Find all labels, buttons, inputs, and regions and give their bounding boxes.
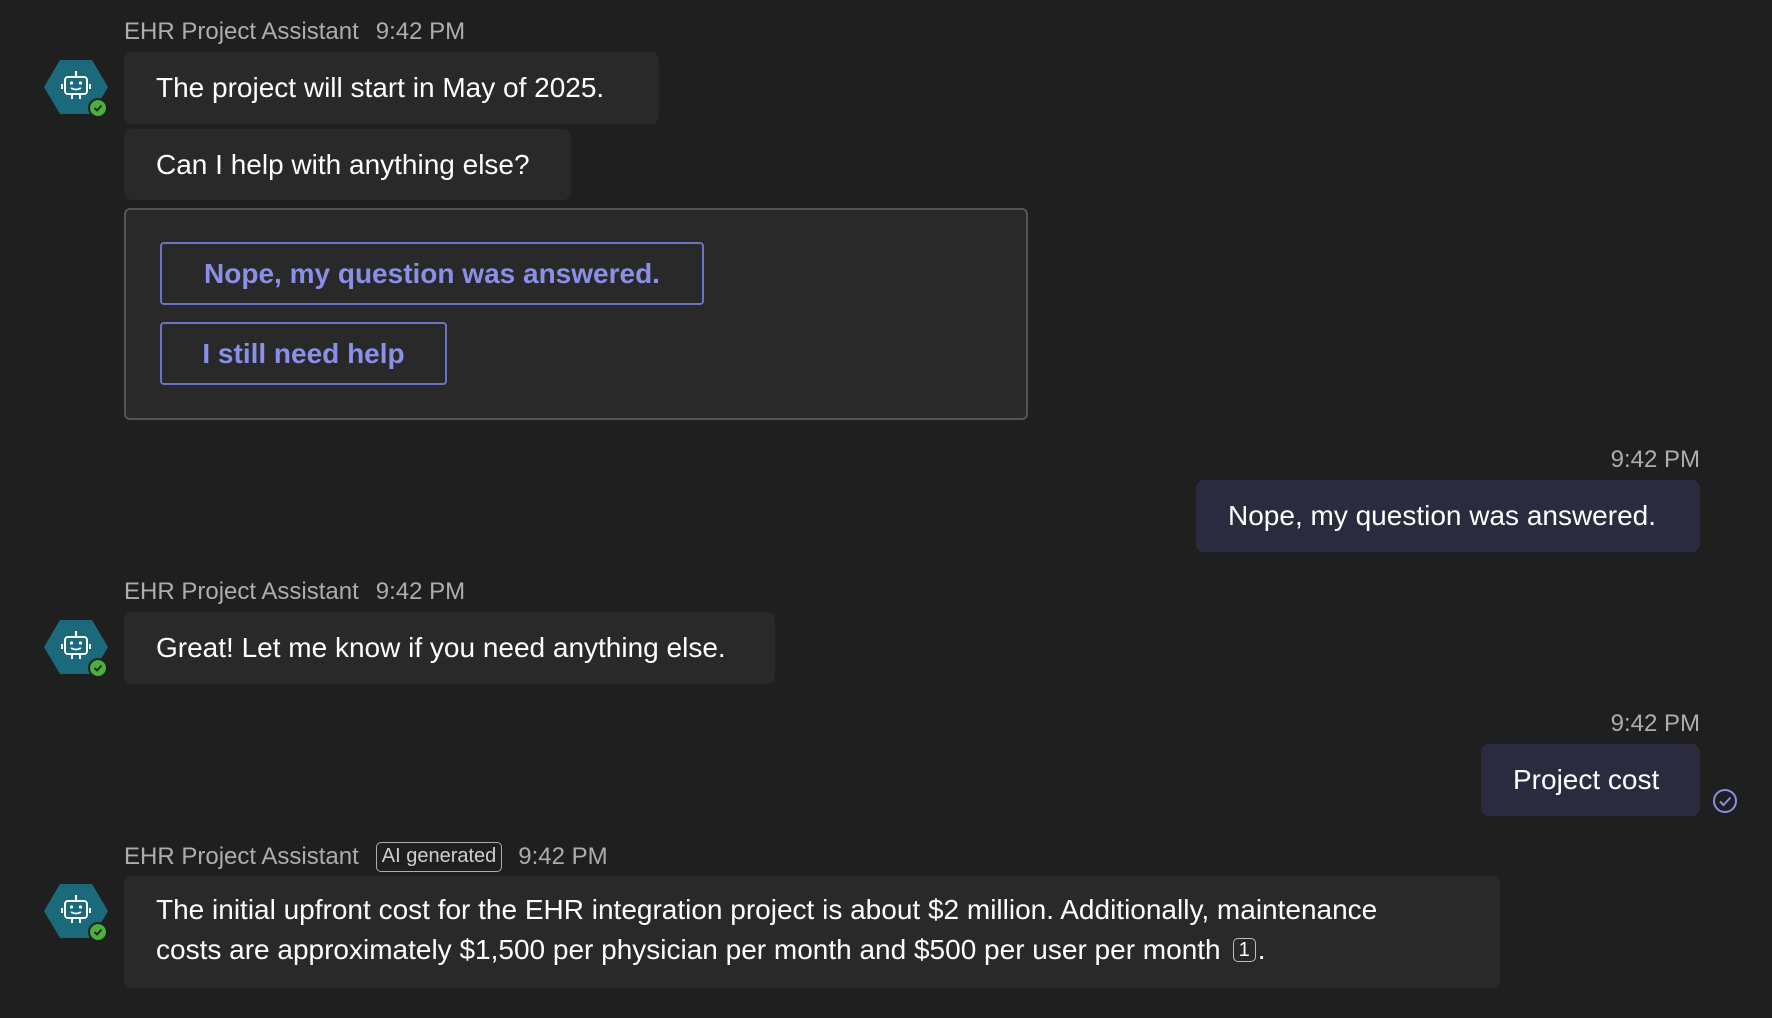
bot-message-bubble: Great! Let me know if you need anything … [124, 612, 775, 684]
user-message-bubble: Project cost [1481, 744, 1700, 816]
message-time: 9:42 PM [375, 18, 466, 45]
message-text: Project cost [1513, 764, 1660, 795]
sender-name: EHR Project Assistant [124, 578, 359, 605]
bot-message-bubble: The project will start in May of 2025. [124, 52, 659, 124]
bot-avatar[interactable] [44, 882, 108, 942]
message-header: EHR Project Assistant AI generated 9:42 … [124, 842, 608, 872]
user-message-bubble: Nope, my question was answered. [1196, 480, 1700, 552]
action-need-help-button[interactable]: I still need help [160, 322, 447, 385]
message-header: EHR Project Assistant 9:42 PM [124, 18, 465, 46]
bot-avatar[interactable] [44, 58, 108, 118]
check-badge-icon [88, 98, 108, 118]
message-text: . [1257, 934, 1266, 965]
message-header: 9:42 PM [1611, 710, 1700, 738]
message-text-line: costs are approximately $1,500 per physi… [156, 930, 1468, 970]
chat-thread: EHR Project Assistant 9:42 PM The projec… [0, 0, 1772, 1018]
message-time: 9:42 PM [518, 843, 608, 870]
message-text: Can I help with anything else? [156, 148, 530, 180]
message-text-line: The initial upfront cost for the EHR int… [156, 894, 1378, 925]
message-text: costs are approximately $1,500 per physi… [156, 934, 1221, 965]
message-header: EHR Project Assistant 9:42 PM [124, 578, 465, 606]
bot-message-bubble: The initial upfront cost for the EHR int… [124, 876, 1500, 988]
bot-avatar[interactable] [44, 618, 108, 678]
sender-name: EHR Project Assistant [124, 843, 359, 870]
bot-message-bubble: Can I help with anything else? [124, 129, 571, 200]
message-text: Nope, my question was answered. [1228, 500, 1656, 531]
action-question-answered-button[interactable]: Nope, my question was answered. [160, 242, 704, 305]
check-badge-icon [88, 658, 108, 678]
read-receipt-icon [1713, 789, 1737, 813]
ai-generated-badge[interactable]: AI generated [375, 842, 503, 872]
check-badge-icon [88, 922, 108, 942]
message-time: 9:42 PM [375, 578, 466, 605]
message-text: Great! Let me know if you need anything … [156, 632, 726, 663]
sender-name: EHR Project Assistant [124, 18, 359, 45]
bot-icon [44, 60, 108, 118]
message-header: 9:42 PM [1611, 446, 1700, 474]
bot-icon [44, 620, 108, 678]
message-time: 9:42 PM [1610, 446, 1700, 473]
bot-icon [44, 884, 108, 942]
citation-marker[interactable]: 1 [1232, 938, 1256, 962]
suggested-actions-card: Nope, my question was answered. I still … [124, 208, 1028, 420]
message-text: The project will start in May of 2025. [156, 72, 605, 103]
message-time: 9:42 PM [1610, 710, 1700, 737]
